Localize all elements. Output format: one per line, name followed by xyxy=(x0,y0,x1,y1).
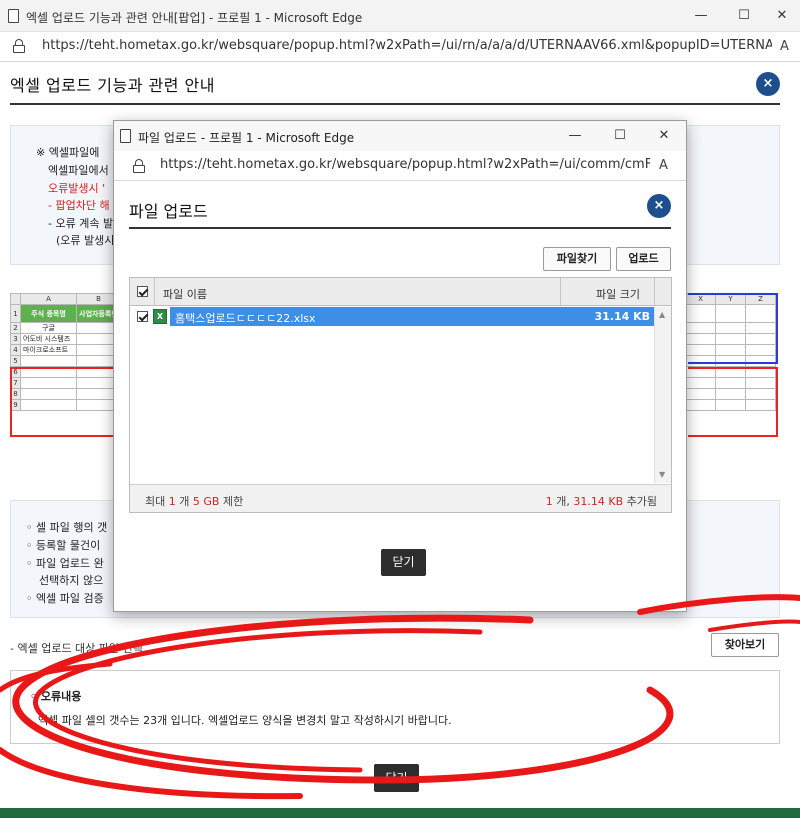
lock-icon xyxy=(13,39,25,53)
outer-url-text[interactable]: https://teht.hometax.go.kr/websquare/pop… xyxy=(42,38,772,53)
lock-icon xyxy=(133,159,145,173)
inner-title-bar: 파일 업로드 - 프로필 1 - Microsoft Edge — ☐ ✕ xyxy=(114,121,686,151)
outer-close-button[interactable]: 닫기 xyxy=(374,764,419,792)
sheet-header-cell: 주식 종목명 xyxy=(20,304,77,323)
info-line: 선택하지 않으 xyxy=(39,574,104,587)
minimize-button[interactable]: — xyxy=(690,6,712,26)
file-name: 홈택스업로드ㄷㄷㄷㄷ22.xlsx xyxy=(175,312,316,325)
row-number: 2 xyxy=(10,322,21,334)
inner-maximize-button[interactable]: ☐ xyxy=(609,126,631,146)
added-files-text: 1 개, 31.14 KB 추가됨 xyxy=(545,495,657,508)
info-line: ◦ 엑셀 파일 검증 xyxy=(26,592,104,605)
notice-line: 오류발생시 ' xyxy=(48,182,106,195)
error-title: ◦ 오류내용 xyxy=(30,690,82,703)
excel-file-icon: X xyxy=(153,309,167,324)
grid-header: 파일 이름 파일 크기 xyxy=(130,278,671,306)
read-aloud-icon[interactable]: A xyxy=(780,39,789,54)
table-row[interactable]: X 홈택스업로드ㄷㄷㄷㄷ22.xlsx 31.14 KB xyxy=(130,307,654,327)
page-title: 엑셀 업로드 기능과 관련 안내 xyxy=(10,76,215,95)
inner-address-bar[interactable]: https://teht.hometax.go.kr/websquare/pop… xyxy=(114,151,686,181)
info-line: ◦ 파일 업로드 완 xyxy=(26,557,104,570)
outer-address-bar[interactable]: https://teht.hometax.go.kr/websquare/pop… xyxy=(0,32,800,62)
highlight-box-red xyxy=(10,367,115,437)
sheet-cell: 구글 xyxy=(20,322,77,334)
file-upload-popup: 파일 업로드 - 프로필 1 - Microsoft Edge — ☐ ✕ ht… xyxy=(113,120,687,612)
page-icon xyxy=(8,9,19,23)
scroll-up-icon[interactable]: ▲ xyxy=(659,310,665,319)
grid-footer: 최대 1 개 5 GB 제한 1 개, 31.14 KB 추가됨 xyxy=(130,484,671,512)
error-message: 엑셀 파일 셀의 갯수는 23개 입니다. 엑셀업로드 양식을 변경치 말고 작… xyxy=(38,714,452,727)
heading-divider xyxy=(129,227,671,229)
inner-window-title: 파일 업로드 - 프로필 1 - Microsoft Edge xyxy=(138,131,355,145)
sheet-cell: 어도비 시스템즈 xyxy=(20,333,77,345)
info-line: ◦ 등록할 물건이 xyxy=(26,539,101,552)
taskbar-strip xyxy=(0,808,800,818)
row-number: 4 xyxy=(10,344,21,356)
inner-close-button[interactable]: 닫기 xyxy=(381,549,426,576)
browse-button[interactable]: 찾아보기 xyxy=(711,633,779,657)
sheet-col-header: A xyxy=(20,293,77,305)
close-window-button[interactable]: ✕ xyxy=(771,6,793,26)
column-header-size[interactable]: 파일 크기 xyxy=(596,286,640,302)
row-number: 5 xyxy=(10,355,21,367)
row-number: 3 xyxy=(10,333,21,345)
column-header-name[interactable]: 파일 이름 xyxy=(163,286,207,302)
file-grid: 파일 이름 파일 크기 X 홈택스업로드ㄷㄷㄷㄷ22.xlsx 31.14 KB… xyxy=(129,277,672,513)
grid-scrollbar[interactable]: ▲ ▼ xyxy=(654,307,671,483)
heading-divider xyxy=(10,103,780,105)
outer-window-title: 엑셀 업로드 기능과 관련 안내[팝업] - 프로필 1 - Microsoft… xyxy=(26,11,363,25)
outer-title-bar: 엑셀 업로드 기능과 관련 안내[팝업] - 프로필 1 - Microsoft… xyxy=(0,0,800,32)
notice-line: - 팝업차단 해 xyxy=(48,199,110,212)
notice-line: - 오류 계속 발 xyxy=(48,217,114,230)
popup-title: 파일 업로드 xyxy=(129,202,208,221)
row-checkbox[interactable] xyxy=(137,311,148,322)
read-aloud-icon[interactable]: A xyxy=(659,158,668,173)
inner-minimize-button[interactable]: — xyxy=(564,126,586,146)
notice-line: 엑셀파일에서 xyxy=(48,164,109,177)
close-circle-icon[interactable]: × xyxy=(647,194,671,218)
close-circle-icon[interactable]: × xyxy=(756,72,780,96)
inner-close-window-button[interactable]: ✕ xyxy=(653,126,675,146)
highlight-box-blue xyxy=(688,293,778,364)
maximize-button[interactable]: ☐ xyxy=(733,6,755,26)
row-number: 1 xyxy=(10,304,21,323)
highlight-box-red xyxy=(688,367,778,437)
notice-line: ※ 엑셀파일에 xyxy=(36,146,100,159)
upload-button[interactable]: 업로드 xyxy=(616,247,671,271)
notice-line: (오류 발생시 xyxy=(56,234,115,247)
upload-limit-text: 최대 1 개 5 GB 제한 xyxy=(145,495,244,508)
inner-url-text[interactable]: https://teht.hometax.go.kr/websquare/pop… xyxy=(160,157,650,172)
select-all-checkbox[interactable] xyxy=(137,286,148,297)
error-box xyxy=(10,670,780,744)
page-icon xyxy=(120,129,131,143)
scroll-down-icon[interactable]: ▼ xyxy=(659,470,665,479)
info-line: ◦ 셀 파일 행의 갯 xyxy=(26,521,108,534)
file-size: 31.14 KB xyxy=(594,310,650,323)
upload-target-label: - 엑셀 업로드 대상 파일 선택 xyxy=(10,642,143,655)
sheet-cell: 마이크로소프트 xyxy=(20,344,77,356)
find-file-button[interactable]: 파일찾기 xyxy=(543,247,611,271)
